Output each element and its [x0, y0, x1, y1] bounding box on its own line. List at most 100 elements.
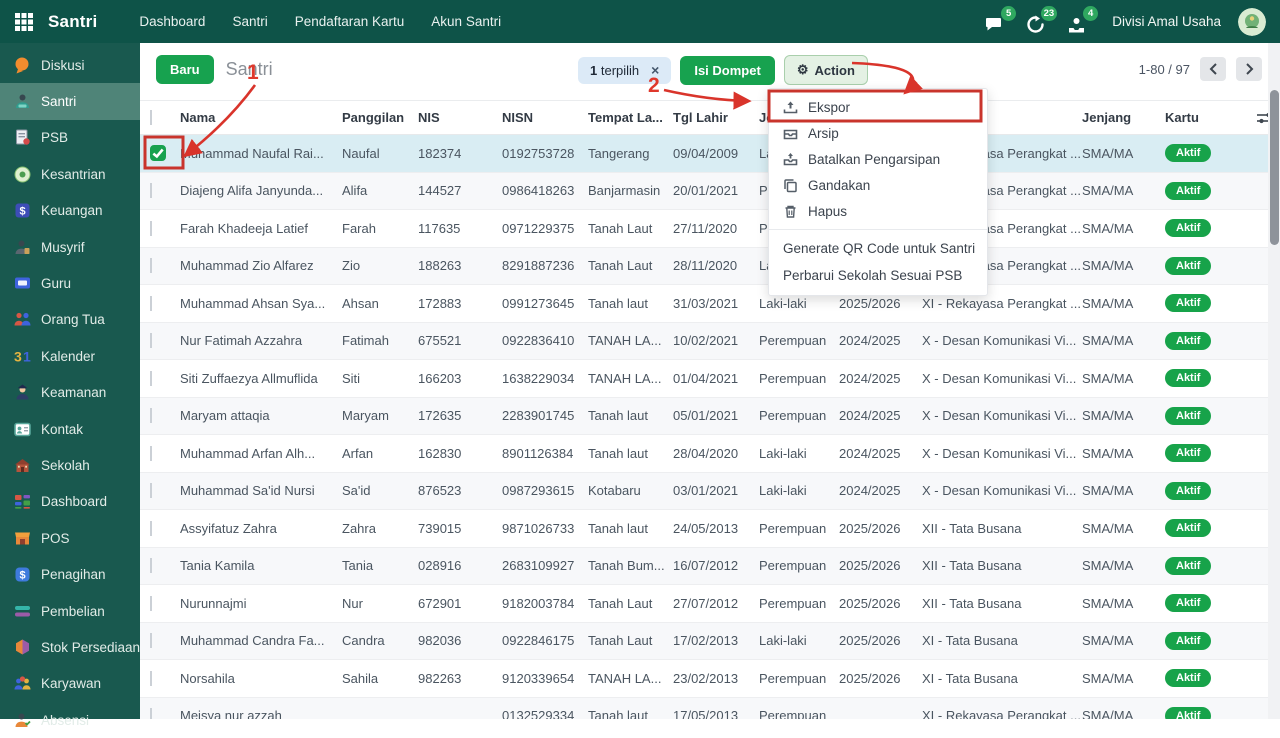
- sidebar-item-label: Santri: [41, 94, 76, 109]
- table-row[interactable]: Diajeng Alifa Janyunda...Alifa1445270986…: [140, 173, 1280, 211]
- dropdown-item-perbarui-sekolah-sesuai-psb[interactable]: Perbarui Sekolah Sesuai PSB: [769, 262, 987, 289]
- cell-tgl-lahir: 28/11/2020: [673, 258, 759, 273]
- row-checkbox[interactable]: [150, 333, 152, 348]
- row-checkbox[interactable]: [150, 446, 152, 461]
- table-row[interactable]: Assyifatuz ZahraZahra7390159871026733Tan…: [140, 510, 1280, 548]
- apps-grid-icon[interactable]: [14, 12, 34, 32]
- table-row[interactable]: Tania KamilaTania0289162683109927Tanah B…: [140, 548, 1280, 586]
- nav-item-akun-santri[interactable]: Akun Santri: [431, 14, 501, 29]
- row-checkbox[interactable]: [150, 145, 166, 161]
- sidebar-item-keuangan[interactable]: $Keuangan: [0, 193, 140, 229]
- app-brand[interactable]: Santri: [48, 12, 97, 32]
- sidebar-item-kontak[interactable]: Kontak: [0, 411, 140, 447]
- sidebar-item-keamanan[interactable]: Keamanan: [0, 375, 140, 411]
- row-checkbox[interactable]: [150, 258, 152, 273]
- table-row[interactable]: NorsahilaSahila9822639120339654TANAH LA.…: [140, 660, 1280, 698]
- dropdown-item-gandakan[interactable]: Gandakan: [769, 172, 987, 198]
- prev-page-button[interactable]: [1200, 57, 1226, 81]
- scrollbar-track[interactable]: [1268, 43, 1280, 719]
- cell-nama: Farah Khadeeja Latief: [180, 221, 342, 236]
- row-checkbox[interactable]: [150, 671, 152, 686]
- sidebar-item-label: Kontak: [41, 422, 83, 437]
- row-checkbox[interactable]: [150, 708, 152, 719]
- unarchive-icon: [783, 152, 798, 167]
- row-checkbox[interactable]: [150, 483, 152, 498]
- avatar[interactable]: [1238, 8, 1266, 36]
- dropdown-item-batalkan-pengarsipan[interactable]: Batalkan Pengarsipan: [769, 146, 987, 172]
- row-checkbox[interactable]: [150, 296, 152, 311]
- column-header-nis: NIS: [418, 110, 502, 125]
- action-button[interactable]: ⚙ Action: [784, 55, 868, 85]
- cell-tempat-la: Tanah Laut: [588, 596, 673, 611]
- sidebar-item-kalender[interactable]: 31Kalender: [0, 338, 140, 374]
- row-checkbox[interactable]: [150, 521, 152, 536]
- sidebar-item-sekolah[interactable]: Sekolah: [0, 447, 140, 483]
- sidebar-item-stok-persediaan[interactable]: Stok Persediaan: [0, 629, 140, 665]
- scrollbar-thumb[interactable]: [1270, 90, 1279, 245]
- row-checkbox-cell: [150, 221, 180, 236]
- row-checkbox[interactable]: [150, 633, 152, 648]
- sidebar-item-psb[interactable]: PSB: [0, 120, 140, 156]
- next-page-button[interactable]: [1236, 57, 1262, 81]
- dropdown-item-hapus[interactable]: Hapus: [769, 198, 987, 224]
- table-row[interactable]: Muhammad Candra Fa...Candra9820360922846…: [140, 623, 1280, 661]
- cell-tempat-la: Tanah laut: [588, 521, 673, 536]
- sidebar-item-diskusi[interactable]: Diskusi: [0, 47, 140, 83]
- row-checkbox[interactable]: [150, 596, 152, 611]
- sidebar-item-penagihan[interactable]: $Penagihan: [0, 556, 140, 592]
- nav-item-santri[interactable]: Santri: [232, 14, 267, 29]
- table-row[interactable]: Muhammad Arfan Alh...Arfan16283089011263…: [140, 435, 1280, 473]
- sidebar-item-absensi[interactable]: Absensi: [0, 702, 140, 738]
- nav-item-pendaftaran-kartu[interactable]: Pendaftaran Kartu: [295, 14, 405, 29]
- cell-tgl-lahir: 24/05/2013: [673, 521, 759, 536]
- cell-nis: 982263: [418, 671, 502, 686]
- row-checkbox[interactable]: [150, 558, 152, 573]
- sidebar-item-orang-tua[interactable]: Orang Tua: [0, 302, 140, 338]
- select-all-checkbox[interactable]: [150, 110, 152, 125]
- dropdown-item-ekspor[interactable]: Ekspor: [769, 94, 987, 120]
- history-icon[interactable]: 23: [1026, 10, 1050, 34]
- new-button[interactable]: Baru: [156, 55, 214, 84]
- selection-count: 1: [590, 63, 597, 78]
- cell-panggilan: Siti: [342, 371, 418, 386]
- nav-item-dashboard[interactable]: Dashboard: [139, 14, 205, 29]
- sidebar-item-dashboard[interactable]: Dashboard: [0, 484, 140, 520]
- table-row[interactable]: Muhammad Naufal Rai...Naufal182374019275…: [140, 135, 1280, 173]
- cell-jenis-kelamin: Laki-laki: [759, 483, 839, 498]
- row-checkbox[interactable]: [150, 221, 152, 236]
- cell-kartu: Aktif: [1165, 294, 1245, 312]
- table-row[interactable]: Muhammad Ahsan Sya...Ahsan17288309912736…: [140, 285, 1280, 323]
- account-name[interactable]: Divisi Amal Usaha: [1112, 14, 1221, 29]
- wallet-button[interactable]: Isi Dompet: [680, 56, 774, 85]
- table-row[interactable]: Farah Khadeeja LatiefFarah11763509712293…: [140, 210, 1280, 248]
- sidebar-item-guru[interactable]: Guru: [0, 265, 140, 301]
- tasks-inbox-icon[interactable]: 4: [1067, 10, 1091, 34]
- table-row[interactable]: Maryam attaqiaMaryam1726352283901745Tana…: [140, 398, 1280, 436]
- sidebar-item-musyrif[interactable]: Musyrif: [0, 229, 140, 265]
- table-row[interactable]: Nur Fatimah AzzahraFatimah67552109228364…: [140, 323, 1280, 361]
- sidebar-item-kesantrian[interactable]: Kesantrian: [0, 156, 140, 192]
- sidebar-item-karyawan[interactable]: Karyawan: [0, 666, 140, 702]
- cell-panggilan: Fatimah: [342, 333, 418, 348]
- table-row[interactable]: Meisya nur azzah0132529334Tanah laut17/0…: [140, 698, 1280, 720]
- row-checkbox[interactable]: [150, 408, 152, 423]
- dropdown-item-generate-qr-code-untuk-santri[interactable]: Generate QR Code untuk Santri: [769, 235, 987, 262]
- history-badge: 23: [1041, 6, 1058, 21]
- cell-panggilan: Tania: [342, 558, 418, 573]
- table-row[interactable]: Siti Zuffaezya AllmuflidaSiti16620316382…: [140, 360, 1280, 398]
- table-row[interactable]: Muhammad Sa'id NursiSa'id876523098729361…: [140, 473, 1280, 511]
- sidebar-item-pembelian[interactable]: Pembelian: [0, 593, 140, 629]
- table-row[interactable]: Muhammad Zio AlfarezZio1882638291887236T…: [140, 248, 1280, 286]
- action-dropdown-footer-items: Generate QR Code untuk SantriPerbarui Se…: [769, 235, 987, 289]
- sidebar-item-santri[interactable]: Santri: [0, 83, 140, 119]
- sidebar-item-pos[interactable]: POS: [0, 520, 140, 556]
- topnav-right: 5 23 4 Divisi Amal Usaha: [985, 8, 1266, 36]
- chat-icon[interactable]: 5: [985, 10, 1009, 34]
- row-checkbox[interactable]: [150, 371, 152, 386]
- sidebar-item-label: Diskusi: [41, 58, 85, 73]
- cell-kartu: Aktif: [1165, 482, 1245, 500]
- dropdown-item-arsip[interactable]: Arsip: [769, 120, 987, 146]
- table-row[interactable]: NurunnajmiNur6729019182003784Tanah Laut2…: [140, 585, 1280, 623]
- clear-selection-icon[interactable]: ×: [651, 63, 659, 77]
- row-checkbox[interactable]: [150, 183, 152, 198]
